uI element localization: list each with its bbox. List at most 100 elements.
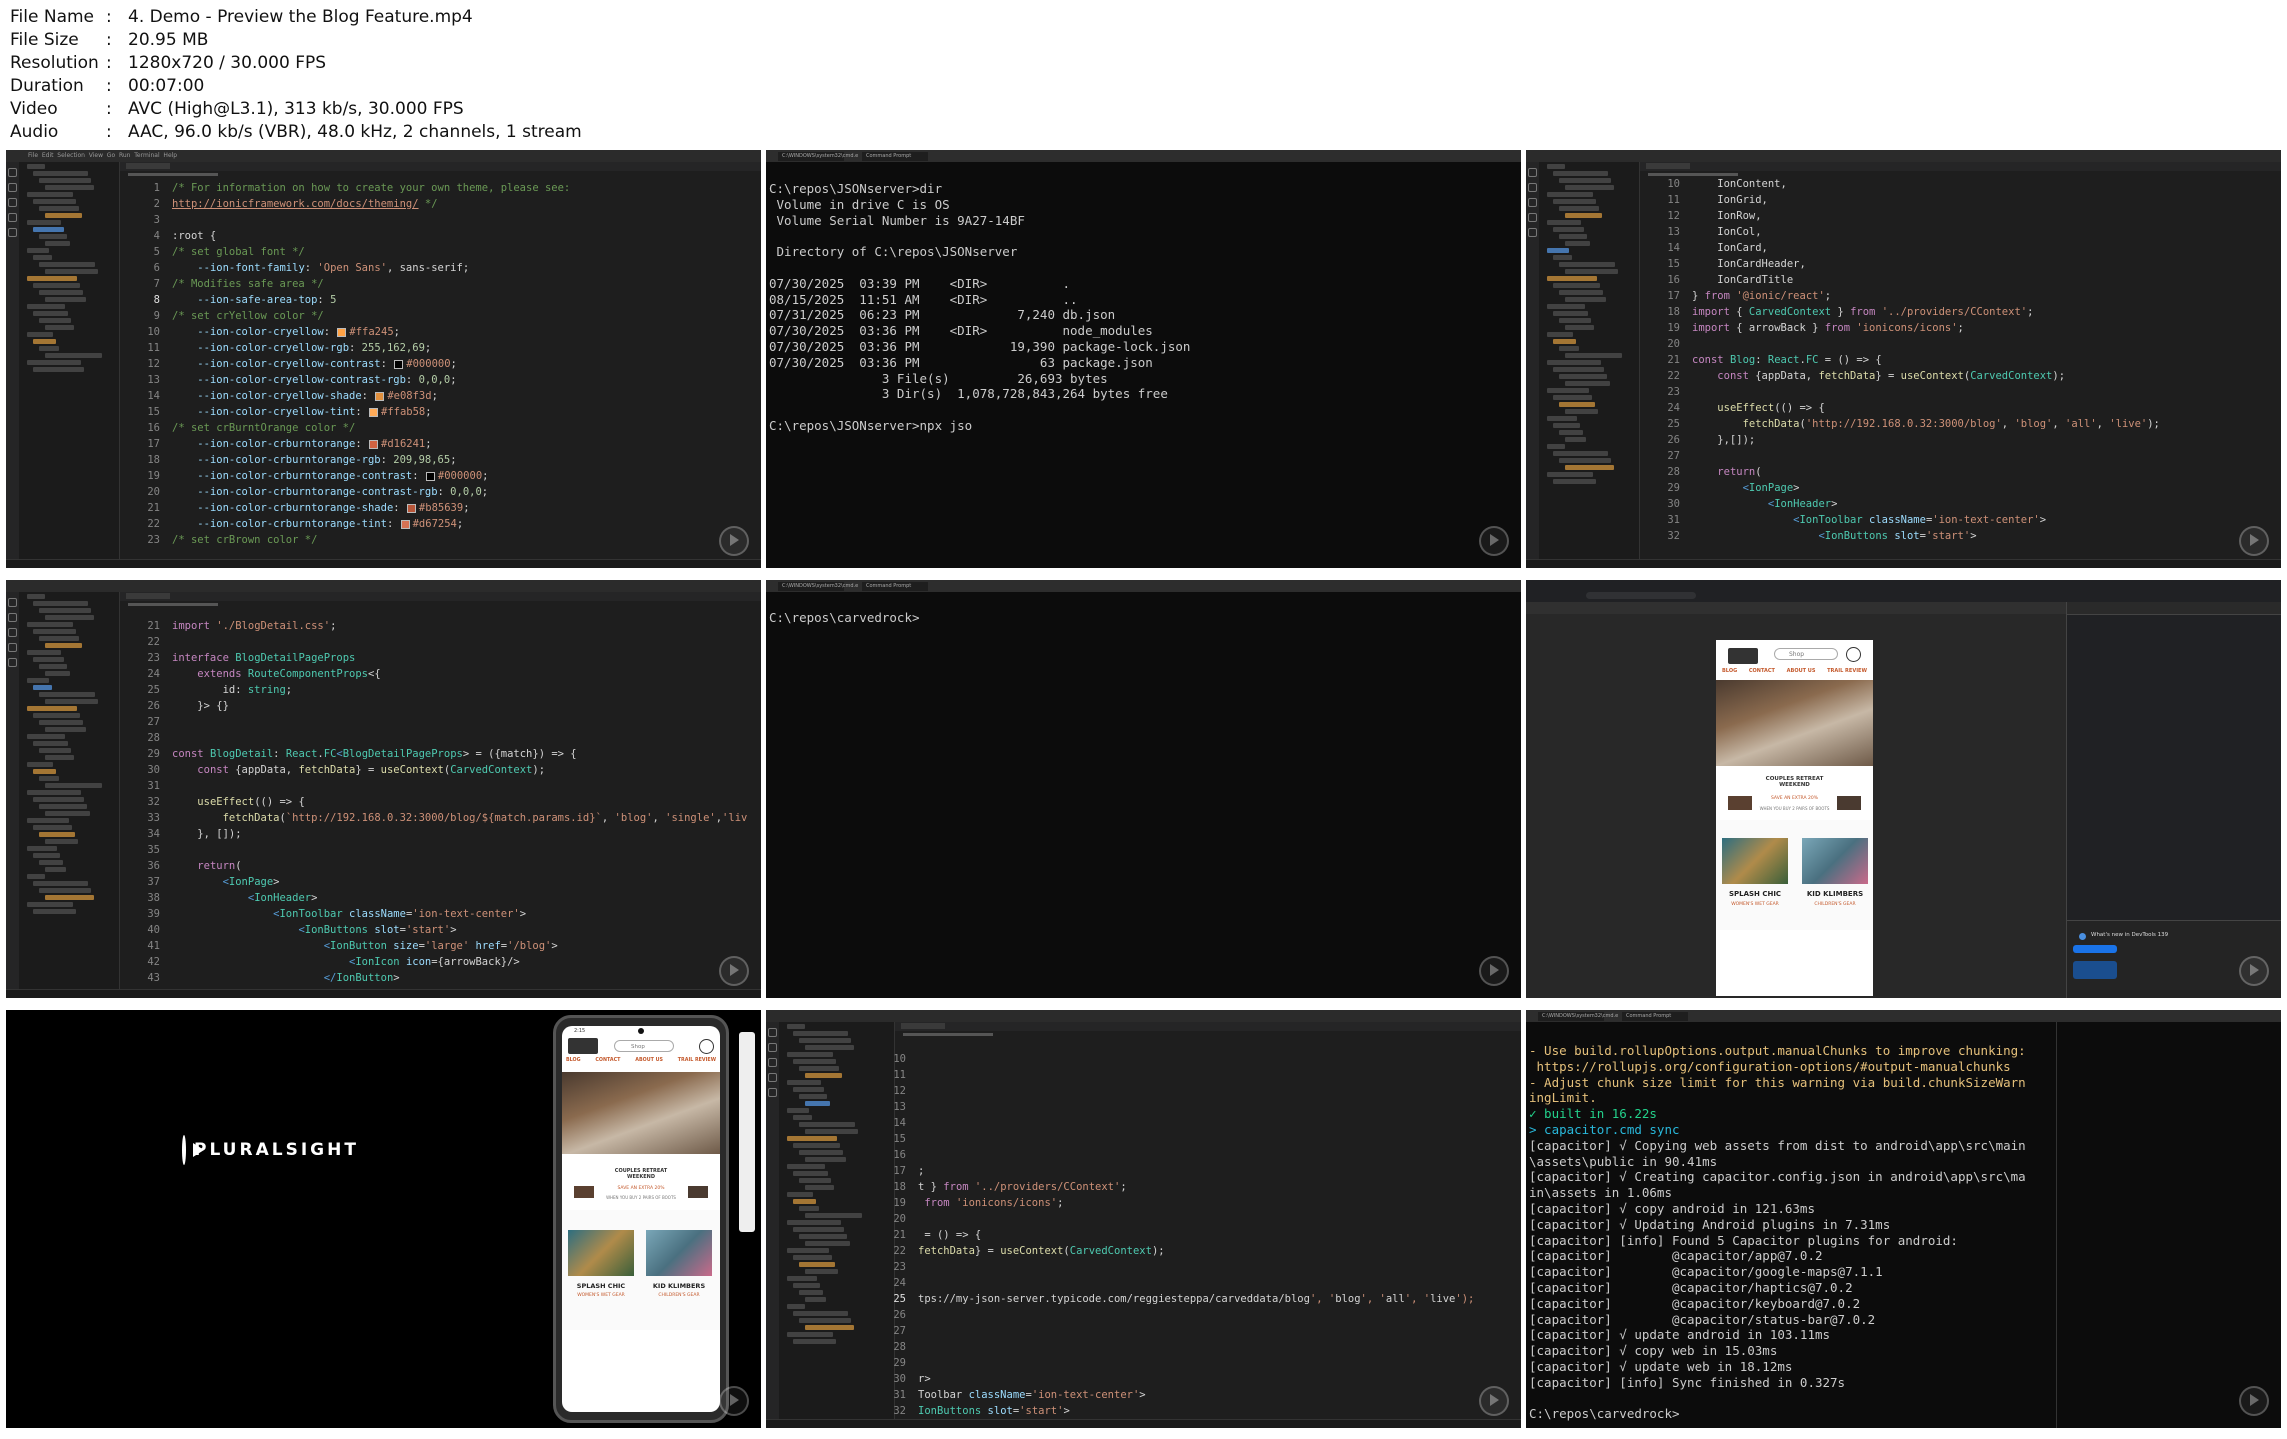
code-line[interactable]: 24 extends RouteComponentProps<{ — [120, 666, 761, 682]
thumbnail-terminal-empty[interactable]: C:\WINDOWS\system32\cmd.e Command Prompt… — [766, 580, 1521, 998]
code-line[interactable]: 36 return( — [120, 858, 761, 874]
account-icon[interactable] — [1846, 647, 1861, 662]
code-line[interactable]: 20 --ion-color-crburntorange-contrast-rg… — [120, 484, 761, 500]
code-line[interactable]: 17; — [866, 1163, 1521, 1179]
code-line[interactable]: 23 /* set crBrown color */ — [120, 532, 761, 548]
code-line[interactable]: 7 /* Modifies safe area */ — [120, 276, 761, 292]
code-line[interactable]: 1 /* For information on how to create you… — [120, 180, 761, 196]
code-line[interactable]: 20 — [1640, 336, 2281, 352]
terminal-output[interactable]: C:\repos\carvedrock> — [769, 610, 1513, 998]
code-line[interactable]: 29 — [866, 1355, 1521, 1371]
code-line[interactable]: 17} from '@ionic/react'; — [1640, 288, 2281, 304]
code-line[interactable]: 13 — [866, 1099, 1521, 1115]
code-line[interactable]: 17 --ion-color-crburntorange: #d16241; — [120, 436, 761, 452]
nav-item[interactable]: CONTACT — [1749, 668, 1775, 674]
code-line[interactable]: 18 import { CarvedContext } from '../prov… — [1640, 304, 2281, 320]
thumbnail-vscode-blog[interactable]: 10 IonContent, 11 IonGrid, 12 IonRow, 13 Io… — [1526, 150, 2281, 568]
thumbnail-browser-preview[interactable]: Shop BLOG CONTACT ABOUT US TRAIL REVIEW COU… — [1526, 580, 2281, 998]
thumbnail-vscode-blogdetail[interactable]: 21 import './BlogDetail.css'; 22 23 interfac… — [6, 580, 761, 998]
emulator-controls[interactable] — [739, 1032, 755, 1232]
code-line[interactable]: 18 t } from '../providers/CContext'; — [866, 1179, 1521, 1195]
code-line[interactable]: 33 fetchData(`http://192.168.0.32:3000/b… — [120, 810, 761, 826]
scrollbar[interactable] — [2056, 1022, 2057, 1428]
code-line[interactable]: 11 --ion-color-cryellow-rgb: 255,162,69; — [120, 340, 761, 356]
code-line[interactable]: 31 — [120, 778, 761, 794]
code-line[interactable]: 13 --ion-color-cryellow-contrast-rgb: 0,… — [120, 372, 761, 388]
code-line[interactable]: 10 — [866, 1051, 1521, 1067]
code-line[interactable]: 23 — [1640, 384, 2281, 400]
code-line[interactable]: 15 — [866, 1131, 1521, 1147]
code-editor[interactable]: 21 import './BlogDetail.css'; 22 23 interfac… — [120, 618, 761, 990]
terminal-output[interactable]: C:\repos\JSONserver>dir Volume in drive … — [769, 181, 1513, 568]
code-line[interactable]: 32 useEffect(() => { — [120, 794, 761, 810]
code-line[interactable]: 15 --ion-color-cryellow-tint: #ffab58; — [120, 404, 761, 420]
code-line[interactable]: 22 const {appData, fetchData} = useConte… — [1640, 368, 2281, 384]
nav-item[interactable]: CONTACT — [595, 1058, 620, 1063]
code-line[interactable]: 19 from 'ionicons/icons'; — [866, 1195, 1521, 1211]
nav-item[interactable]: ABOUT US — [1787, 668, 1816, 674]
thumbnail-vscode-blog-remote[interactable]: 10 11 12 13 14 15 16 17; 18 t } from '../provider… — [766, 1010, 1521, 1428]
code-line[interactable]: 27 — [866, 1323, 1521, 1339]
thumbnail-terminal-capacitor[interactable]: C:\WINDOWS\system32\cmd.e Command Prompt… — [1526, 1010, 2281, 1428]
see-all-button[interactable] — [2073, 945, 2117, 953]
code-line[interactable]: 29 const BlogDetail: React.FC<BlogDetailP… — [120, 746, 761, 762]
code-line[interactable]: 16 — [866, 1147, 1521, 1163]
code-line[interactable]: 30 const {appData, fetchData} = useConte… — [120, 762, 761, 778]
code-line[interactable]: 16 IonCardTitle — [1640, 272, 2281, 288]
code-line[interactable]: 42 <IonIcon icon={arrowBack}/> — [120, 954, 761, 970]
terminal-output[interactable]: - Use build.rollupOptions.output.manualC… — [1529, 1043, 2281, 1428]
nav-item[interactable]: BLOG — [566, 1058, 581, 1063]
thumbnail-vscode-variables[interactable]: File Edit Selection View Go Run Terminal… — [6, 150, 761, 568]
thumbnail-emulator[interactable]: PLURALSIGHT 2:15 Shop BLOG CONTACT ABOUT U… — [6, 1010, 761, 1428]
code-line[interactable]: 28 return( — [1640, 464, 2281, 480]
nav-item[interactable]: TRAIL REVIEW — [1827, 668, 1867, 674]
code-line[interactable]: 16 /* set crBurntOrange color */ — [120, 420, 761, 436]
code-line[interactable]: 22 fetchData} = useContext(CarvedContext)… — [866, 1243, 1521, 1259]
code-line[interactable]: 32 <IonButtons slot='start'> — [1640, 528, 2281, 544]
code-line[interactable]: 43 </IonButton> — [120, 970, 761, 986]
code-line[interactable]: 14 --ion-color-cryellow-shade: #e08f3d; — [120, 388, 761, 404]
code-line[interactable]: 6 --ion-font-family: 'Open Sans', sans-s… — [120, 260, 761, 276]
code-line[interactable]: 14 — [866, 1115, 1521, 1131]
code-line[interactable]: 24 — [866, 1275, 1521, 1291]
code-line[interactable]: 26 },[]); — [1640, 432, 2281, 448]
thumbnail-terminal-dir[interactable]: C:\WINDOWS\system32\cmd.e Command Prompt… — [766, 150, 1521, 568]
code-line[interactable]: 23 interface BlogDetailPageProps — [120, 650, 761, 666]
code-line[interactable]: 12 — [866, 1083, 1521, 1099]
nav-item[interactable]: BLOG — [1722, 668, 1737, 674]
code-line[interactable]: 12 IonRow, — [1640, 208, 2281, 224]
code-line[interactable]: 21 const Blog: React.FC = () => { — [1640, 352, 2281, 368]
code-line[interactable]: 30 r> — [866, 1371, 1521, 1387]
code-line[interactable]: 10 IonContent, — [1640, 176, 2281, 192]
code-line[interactable]: 25 fetchData('http://192.168.0.32:3000/b… — [1640, 416, 2281, 432]
code-line[interactable]: 27 — [1640, 448, 2281, 464]
code-line[interactable]: 11 — [866, 1067, 1521, 1083]
code-line[interactable]: 27 — [120, 714, 761, 730]
code-line[interactable]: 31 Toolbar className='ion-text-center'> — [866, 1387, 1521, 1403]
code-editor[interactable]: 10 11 12 13 14 15 16 17; 18 t } from '../provider… — [866, 1051, 1521, 1420]
code-line[interactable]: 26 }> {} — [120, 698, 761, 714]
code-line[interactable]: 10 --ion-color-cryellow: #ffa245; — [120, 324, 761, 340]
code-editor[interactable]: 1 /* For information on how to create you… — [120, 180, 761, 560]
code-line[interactable]: 32 IonButtons slot='start'> — [866, 1403, 1521, 1419]
address-bar[interactable] — [1586, 592, 1696, 599]
code-line[interactable]: 22 — [120, 634, 761, 650]
code-line[interactable]: 9 /* set crYellow color */ — [120, 308, 761, 324]
code-line[interactable]: 2 http://ionicframework.com/docs/theming/… — [120, 196, 761, 212]
code-line[interactable]: 41 <IonButton size='large' href='/blog'> — [120, 938, 761, 954]
code-line[interactable]: 14 IonCard, — [1640, 240, 2281, 256]
code-line[interactable]: 24 useEffect(() => { — [1640, 400, 2281, 416]
code-line[interactable]: 29 <IonPage> — [1640, 480, 2281, 496]
code-line[interactable]: 21 import './BlogDetail.css'; — [120, 618, 761, 634]
code-line[interactable]: 18 --ion-color-crburntorange-rgb: 209,98… — [120, 452, 761, 468]
code-line[interactable]: 25 tps://my-json-server.typicode.com/regg… — [866, 1291, 1521, 1307]
code-line[interactable]: 26 — [866, 1307, 1521, 1323]
code-line[interactable]: 39 <IonToolbar className='ion-text-cente… — [120, 906, 761, 922]
code-line[interactable]: 21 = () => { — [866, 1227, 1521, 1243]
code-line[interactable]: 19 import { arrowBack } from 'ionicons/ic… — [1640, 320, 2281, 336]
code-line[interactable]: 38 <IonHeader> — [120, 890, 761, 906]
code-line[interactable]: 3 — [120, 212, 761, 228]
code-line[interactable]: 23 — [866, 1259, 1521, 1275]
code-line[interactable]: 11 IonGrid, — [1640, 192, 2281, 208]
code-line[interactable]: 21 --ion-color-crburntorange-shade: #b85… — [120, 500, 761, 516]
